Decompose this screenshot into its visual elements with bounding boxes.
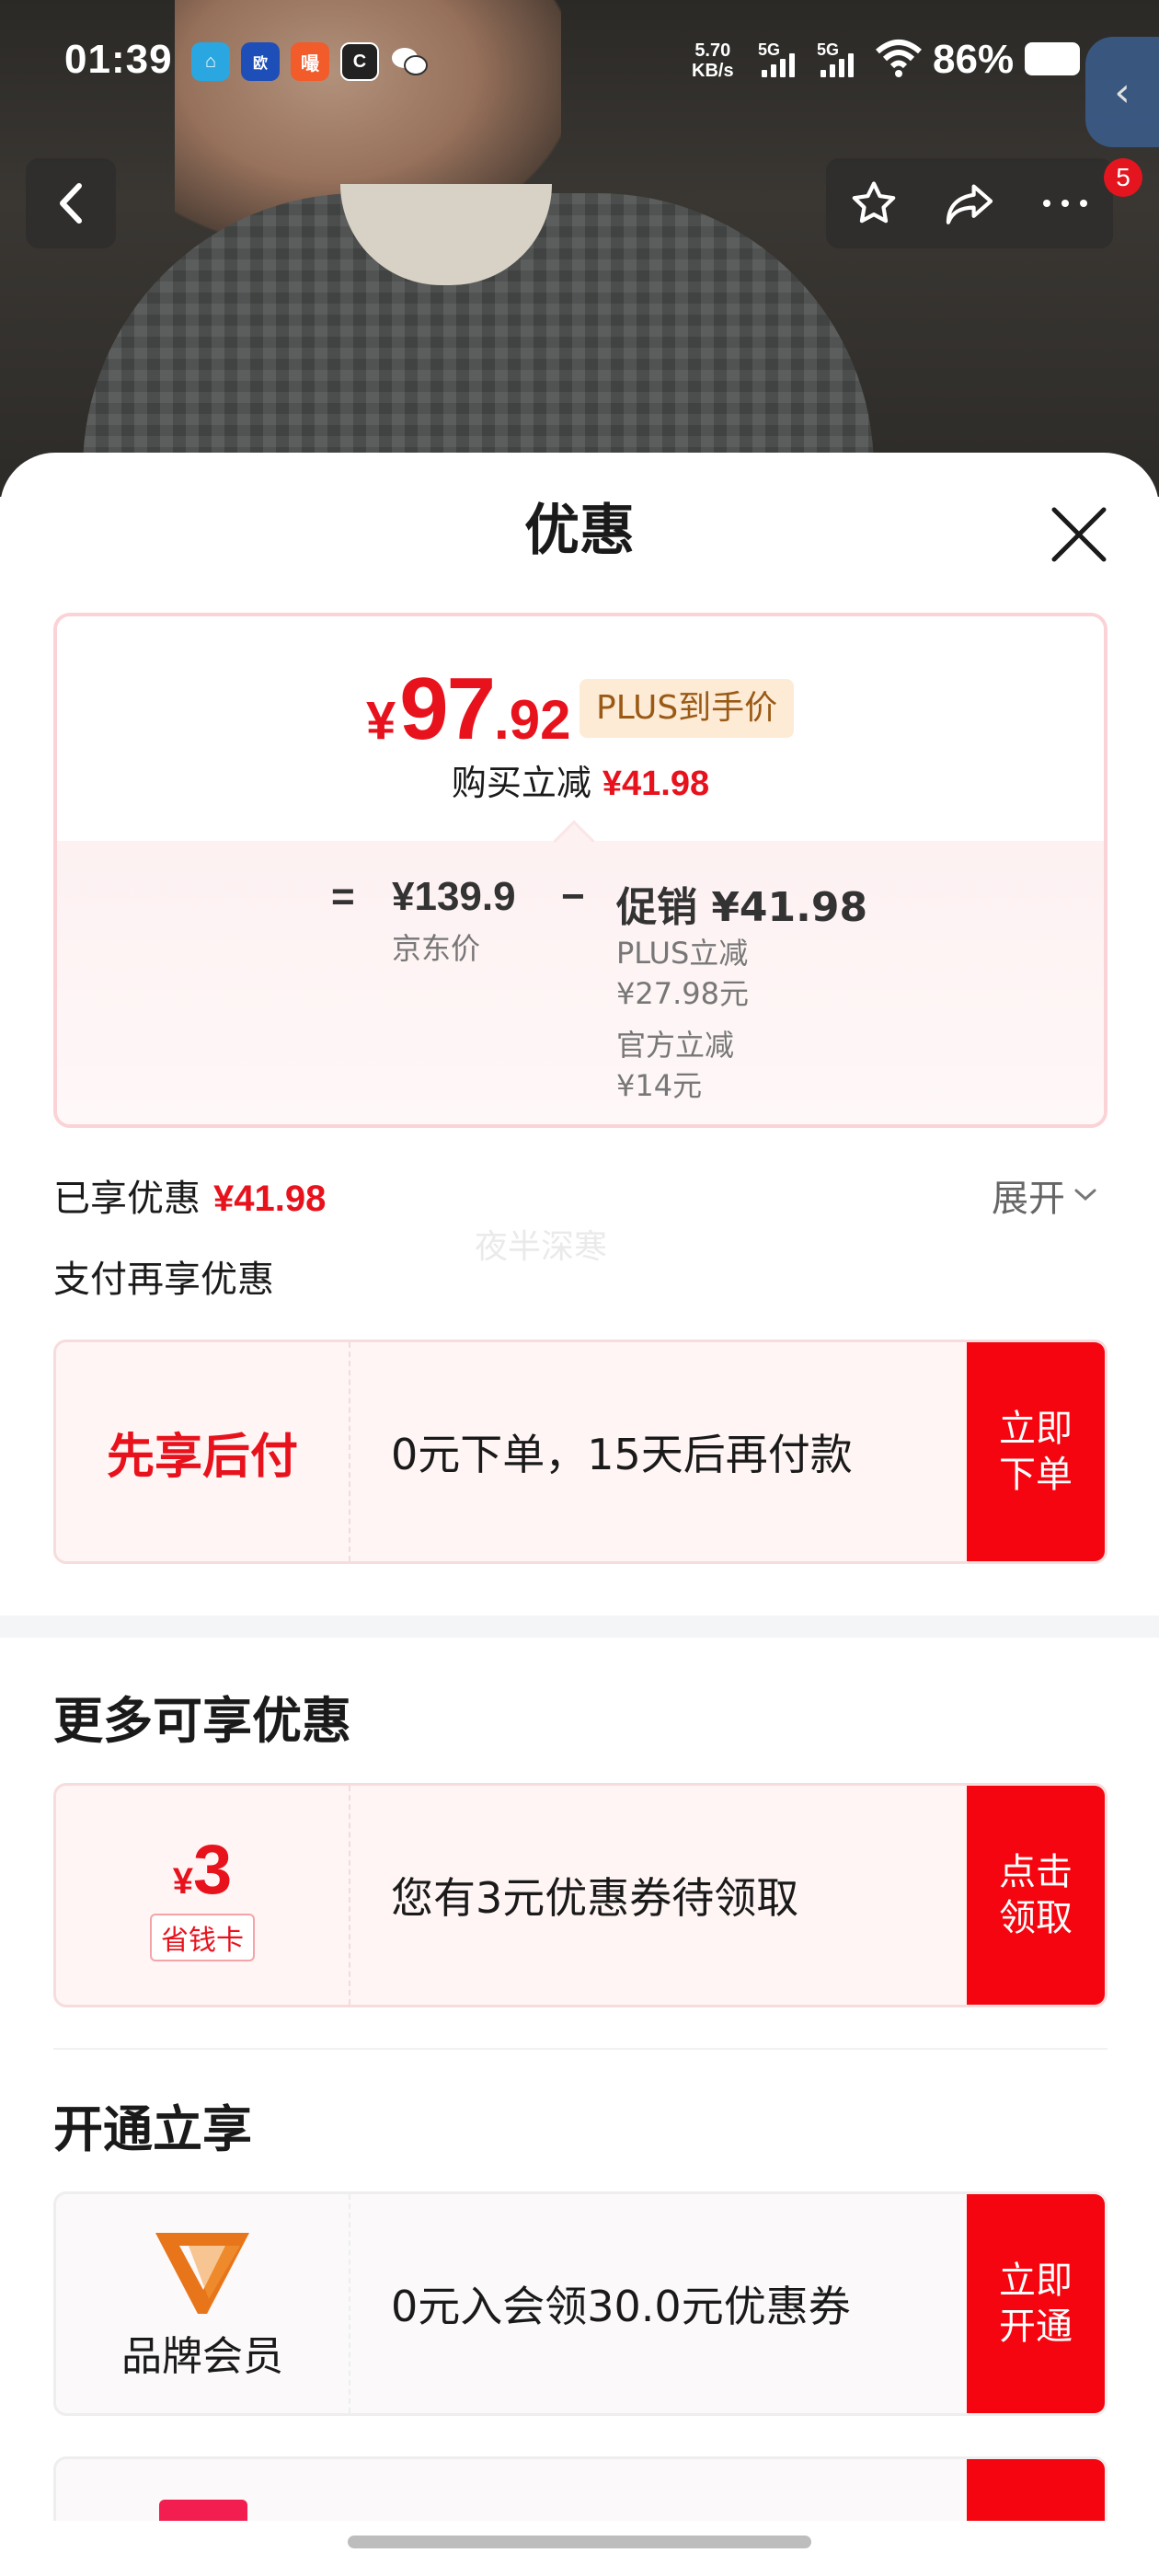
brand-member-logo-icon [155,2233,249,2314]
battery-icon [1025,42,1080,75]
official-reduce-label: 官方立减 [616,1028,735,1063]
battery-percent: 86% [933,37,1015,82]
signal-bars-1-icon [762,53,795,77]
brand-left: 品牌会员 [56,2194,350,2413]
next-offer-logo-icon [159,2500,247,2521]
star-icon [852,181,896,224]
more-discounts-title: 更多可享优惠 [53,1692,351,1750]
minus-sign: − [561,874,585,919]
saving-card-tag: 省钱卡 [150,1913,255,1961]
home-app-icon: ⌂ [191,42,230,81]
promo-title: 促销 ¥41.98 [616,884,868,931]
coupon-value: 3 [192,1830,233,1909]
brand-cta-line1: 立即 [999,2260,1073,2302]
claim-coupon-button[interactable]: 点击 领取 [967,1786,1105,2005]
home-indicator[interactable] [348,2536,811,2548]
expand-label: 展开 [992,1178,1065,1220]
plus-reduce-label: PLUS立减 [616,936,749,971]
coupon-currency: ¥ [172,1860,193,1902]
bnpl-left: 先享后付 [56,1342,350,1561]
bnpl-cta-line1: 立即 [999,1408,1073,1450]
open-benefit-title: 开通立享 [53,2100,252,2158]
bnpl-cta-line2: 下单 [999,1454,1073,1496]
bnpl-desc: 0元下单，15天后再付款 [391,1430,853,1479]
status-time: 01:39 [64,37,173,82]
brand-member-desc: 0元入会领30.0元优惠券 [391,2282,851,2331]
favorite-button[interactable] [832,162,915,245]
close-icon[interactable] [1045,500,1113,569]
coupon-amount: ¥ 3 [173,1830,233,1910]
net-speed-unit: KB/s [692,61,734,81]
enjoyed-label: 已享优惠 [53,1178,201,1220]
sheet-title: 优惠 [524,499,635,563]
bnpl-label: 先享后付 [106,1429,298,1485]
final-price-currency: ¥ [366,691,396,751]
rule-divider [53,2048,1107,2050]
instant-reduce-amount: ¥41.98 [602,765,710,803]
net-speed: 5.70 KB/s [692,40,734,81]
wifi-icon [876,40,922,77]
instant-reduce-line: 购买立减 ¥41.98 [57,754,1104,805]
next-offer-card-partial [53,2456,1107,2521]
more-dots-icon [1043,200,1087,207]
jd-price-value: ¥139.9 [392,874,516,919]
plus-price-tag: PLUS到手价 [580,679,795,738]
net-speed-value: 5.70 [694,40,731,61]
status-bar: 01:39 ⌂ 欧 嘬 C 5.70 KB/s 5G 5G 86% [0,0,1159,120]
coupon-desc: 您有3元优惠券待领取 [391,1873,799,1923]
final-price: ¥ 97 .92 [366,659,570,760]
bnpl-order-button[interactable]: 立即 下单 [967,1342,1105,1561]
watermark-text: 夜半深寒 [475,1228,608,1266]
coupon-left: ¥ 3 省钱卡 [56,1786,350,2005]
plus-reduce-amount: ¥27.98元 [616,976,749,1011]
price-breakdown-card: ¥ 97 .92 PLUS到手价 购买立减 ¥41.98 = ¥139.9 京东价… [53,613,1107,1128]
signal-bars-2-icon [820,53,854,77]
pay-discount-title: 支付再享优惠 [53,1259,274,1301]
xiao-app-icon: 嘬 [291,42,329,81]
enjoyed-amount: ¥41.98 [213,1179,327,1219]
bnpl-offer-card: 先享后付 0元下单，15天后再付款 立即 下单 [53,1340,1107,1564]
brand-member-card: 品牌会员 0元入会领30.0元优惠券 立即 开通 [53,2191,1107,2416]
equals-sign: = [331,874,355,919]
section-divider [0,1616,1159,1638]
wechat-icon [390,42,429,81]
enjoyed-discount: 已享优惠 ¥41.98 [53,1168,326,1222]
final-price-decimal: .92 [494,689,571,751]
coupon-offer-card: ¥ 3 省钱卡 您有3元优惠券待领取 点击 领取 [53,1783,1107,2007]
c-app-icon: C [340,42,379,81]
back-button[interactable] [26,158,116,248]
notification-badge: 5 [1104,158,1142,197]
more-button[interactable] [1024,162,1107,245]
status-app-icons: ⌂ 欧 嘬 C [191,42,429,81]
chevron-down-icon [1074,1189,1096,1202]
expand-button[interactable]: 展开 [992,1168,1098,1222]
instant-reduce-label: 购买立减 [451,763,591,803]
coupon-cta-line2: 领取 [999,1897,1073,1939]
promo-block: 促销 ¥41.98 PLUS立减 ¥27.98元 官方立减 ¥14元 [616,874,867,1106]
chevron-left-icon [60,183,82,224]
brand-member-name: 品牌会员 [121,2333,283,2380]
oupai-app-icon: 欧 [241,42,280,81]
open-membership-button[interactable]: 立即 开通 [967,2194,1105,2413]
top-action-group [826,158,1113,248]
side-drawer-tab[interactable]: ‹ [1085,37,1159,147]
final-price-integer: 97 [399,660,496,758]
share-icon [946,184,993,224]
jd-price-label: 京东价 [392,931,481,966]
coupon-cta-line1: 点击 [999,1851,1073,1893]
share-button[interactable] [928,162,1011,245]
official-reduce-amount: ¥14元 [616,1068,703,1103]
jd-price-block: ¥139.9 京东价 [392,874,516,968]
brand-cta-line2: 开通 [999,2306,1073,2348]
next-offer-button[interactable] [967,2459,1105,2521]
